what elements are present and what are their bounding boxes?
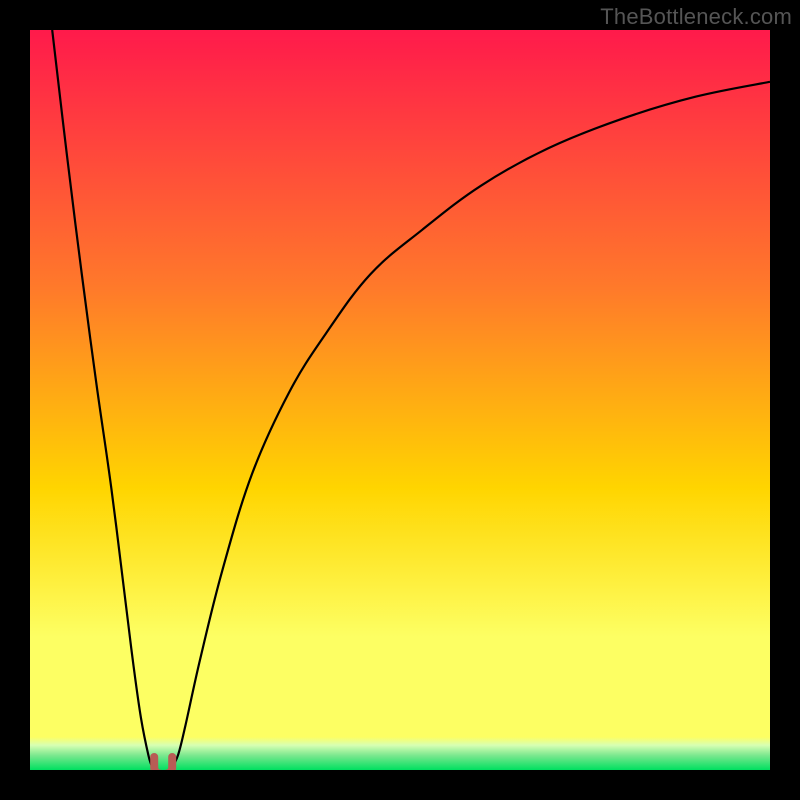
curve-layer bbox=[30, 30, 770, 770]
watermark-text: TheBottleneck.com bbox=[600, 4, 792, 30]
plot-area bbox=[30, 30, 770, 770]
chart-frame: TheBottleneck.com bbox=[0, 0, 800, 800]
left-branch-curve bbox=[52, 30, 156, 770]
right-branch-curve bbox=[171, 82, 770, 770]
minimum-marker-icon bbox=[154, 757, 172, 770]
